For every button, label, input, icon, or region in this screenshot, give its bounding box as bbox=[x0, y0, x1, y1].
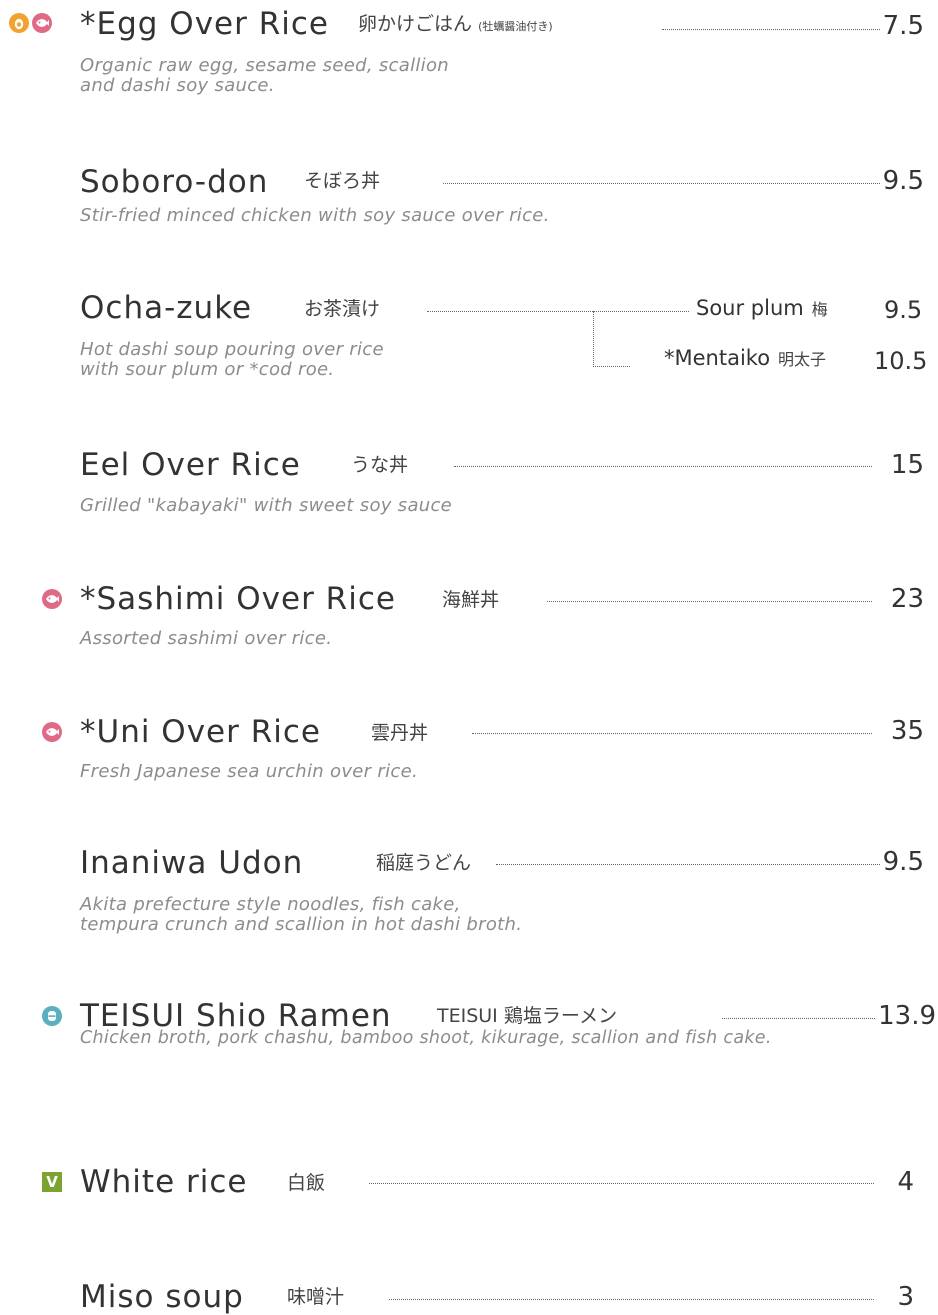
item-name: White rice bbox=[80, 1164, 248, 1200]
item-japanese-name: 卵かけごはん (牡蠣醤油付き) bbox=[358, 13, 553, 35]
item-japanese-name: TEISUI 鶏塩ラーメン bbox=[437, 1005, 618, 1027]
item-price: 23 bbox=[890, 584, 924, 614]
dot-leader bbox=[427, 311, 689, 312]
item-name: Miso soup bbox=[80, 1279, 244, 1315]
item-price: 3 bbox=[897, 1282, 914, 1312]
item-name: *Sashimi Over Rice bbox=[80, 581, 396, 617]
dot-leader bbox=[496, 864, 880, 865]
item-description: Fresh Japanese sea urchin over rice. bbox=[80, 761, 418, 782]
item-japanese-name: 白飯 bbox=[287, 1172, 326, 1194]
dot-leader bbox=[722, 1018, 875, 1019]
item-name: Ocha-zuke bbox=[80, 290, 253, 326]
dot-leader bbox=[472, 733, 872, 734]
item-japanese-name: 稲庭うどん bbox=[376, 852, 472, 874]
item-description: Hot dashi soup pouring over rice with so… bbox=[80, 339, 384, 380]
item-name: *Egg Over Rice bbox=[80, 6, 329, 42]
item-name: Soboro-don bbox=[80, 164, 269, 200]
dot-leader bbox=[443, 183, 880, 184]
item-price: 9.5 bbox=[882, 166, 924, 196]
item-price: 7.5 bbox=[882, 11, 924, 41]
option-price: 10.5 bbox=[874, 347, 928, 375]
option-sour-plum: Sour plum 梅 bbox=[696, 296, 828, 320]
item-name: *Uni Over Rice bbox=[80, 714, 321, 750]
raw-fish-icon bbox=[42, 589, 62, 609]
item-japanese-note: (牡蠣醤油付き) bbox=[478, 20, 553, 33]
item-description: Stir-fried minced chicken with soy sauce… bbox=[80, 205, 550, 226]
item-japanese-name: 雲丹丼 bbox=[371, 722, 429, 744]
pork-icon bbox=[42, 1006, 62, 1026]
dot-leader bbox=[662, 29, 880, 30]
item-japanese-name: 海鮮丼 bbox=[442, 589, 500, 611]
item-description: Assorted sashimi over rice. bbox=[80, 628, 333, 649]
item-price: 15 bbox=[890, 450, 924, 480]
item-japanese-name: 味噌汁 bbox=[287, 1286, 345, 1308]
dot-leader bbox=[369, 1183, 874, 1184]
option-price: 9.5 bbox=[884, 296, 923, 324]
item-japanese-name: うな丼 bbox=[351, 454, 409, 476]
option-mentaiko: *Mentaiko 明太子 bbox=[664, 346, 827, 370]
item-name: Inaniwa Udon bbox=[80, 845, 304, 881]
item-description: Organic raw egg, sesame seed, scallion a… bbox=[80, 55, 450, 96]
raw-fish-icon bbox=[32, 13, 52, 33]
item-price: 13.9 bbox=[878, 1001, 936, 1031]
item-description: Grilled "kabayaki" with sweet soy sauce bbox=[80, 495, 453, 516]
item-price: 4 bbox=[897, 1167, 914, 1197]
option-bracket bbox=[593, 311, 630, 367]
dot-leader bbox=[454, 466, 872, 467]
egg-icon bbox=[9, 13, 29, 33]
item-description: Chicken broth, pork chashu, bamboo shoot… bbox=[80, 1028, 772, 1048]
item-price: 35 bbox=[890, 716, 924, 746]
dot-leader bbox=[389, 1299, 874, 1300]
dot-leader bbox=[547, 601, 872, 602]
vegetarian-icon: V bbox=[42, 1172, 62, 1192]
item-price: 9.5 bbox=[882, 847, 924, 877]
item-description: Akita prefecture style noodles, fish cak… bbox=[80, 894, 523, 935]
raw-fish-icon bbox=[42, 722, 62, 742]
item-name: Eel Over Rice bbox=[80, 447, 301, 483]
item-japanese-name: そぼろ丼 bbox=[304, 170, 381, 192]
item-japanese-name: お茶漬け bbox=[304, 298, 381, 320]
